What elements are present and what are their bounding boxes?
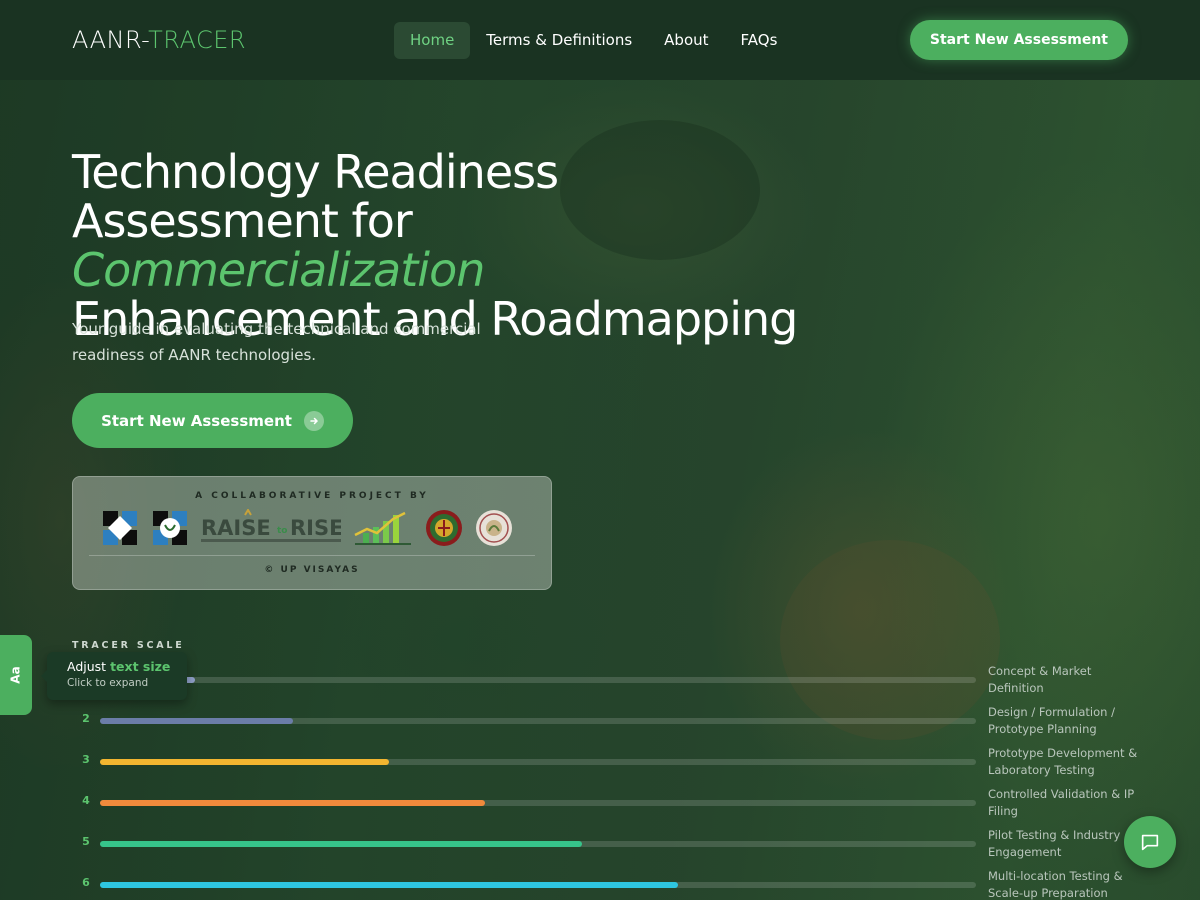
text-size-icon: Aa: [8, 666, 23, 684]
collaboration-heading: A COLLABORATIVE PROJECT BY: [195, 491, 429, 501]
title-line-1: Technology Readiness: [72, 145, 559, 199]
scale-level-row: 2: [72, 712, 976, 727]
scale-level-label: Design / Formulation / Prototype Plannin…: [988, 705, 1115, 736]
nav-item-about[interactable]: About: [648, 22, 724, 59]
scale-level-label: Pilot Testing & Industry Engagement: [988, 828, 1121, 859]
tooltip-heading: Adjust text size: [67, 659, 171, 674]
brand-part-2: TRACER: [148, 26, 247, 54]
scale-level-label: Controlled Validation & IP Filing: [988, 787, 1135, 818]
scale-level-row: 3: [72, 753, 976, 768]
title-accent: Commercialization: [72, 243, 485, 297]
brand-logo[interactable]: AANR-TRACER: [72, 26, 246, 54]
arrow-right-icon: [303, 410, 324, 431]
header-start-assessment-button[interactable]: Start New Assessment: [909, 20, 1128, 60]
nav-item-terms[interactable]: Terms & Definitions: [470, 22, 648, 59]
page-title: Technology Readiness Assessment for Comm…: [72, 148, 832, 344]
nav-item-home[interactable]: Home: [394, 22, 471, 59]
collaboration-card: A COLLABORATIVE PROJECT BY RAISE to RISE: [72, 476, 552, 590]
site-header: AANR-TRACER Home Terms & Definitions Abo…: [0, 0, 1200, 80]
scale-level-track: [100, 882, 976, 888]
partner-logos: RAISE to RISE: [101, 508, 513, 547]
chat-bubble-icon: [1141, 834, 1159, 851]
scale-level-bar: [100, 718, 293, 724]
scale-level-track: [100, 800, 976, 806]
scale-level-row: 6: [72, 876, 976, 891]
scale-level-number: 4: [82, 794, 90, 807]
collaboration-footer: © UP VISAYAS: [264, 565, 360, 575]
scale-level-bar: [100, 882, 679, 888]
scale-level-row: 5: [72, 835, 976, 850]
text-size-toggle[interactable]: Aa: [0, 635, 32, 715]
tooltip-prefix: Adjust: [67, 659, 111, 674]
scale-level-bar: [100, 800, 486, 806]
scale-level-bar: [100, 759, 390, 765]
start-assessment-button[interactable]: Start New Assessment: [72, 393, 353, 448]
scale-level-track: [100, 718, 976, 724]
brand-part-1: AANR-: [72, 26, 149, 54]
scale-level-label: Prototype Development & Laboratory Testi…: [988, 746, 1138, 777]
scale-level-track: [100, 841, 976, 847]
scale-level-number: 5: [82, 835, 90, 848]
dost-logo-icon: [103, 511, 137, 545]
scale-level-number: 6: [82, 876, 90, 889]
svg-text:to: to: [277, 526, 288, 536]
raise-to-rise-logo: RAISE to RISE: [201, 508, 343, 547]
collaboration-divider: [89, 555, 535, 556]
hero-subtitle: Your guide in evaluating the technical a…: [72, 320, 481, 364]
tracer-scale-title: TRACER SCALE: [72, 640, 185, 651]
pcaarrd-logo-icon: [153, 511, 187, 545]
growth-chart-logo-icon: [354, 511, 411, 545]
start-assessment-label: Start New Assessment: [101, 411, 292, 430]
scale-level-track: [100, 677, 976, 683]
scale-level-number: 2: [82, 712, 90, 725]
svg-text:RAISE: RAISE: [201, 516, 271, 540]
university-seal-icon: [426, 510, 462, 546]
scale-level-bar: [100, 841, 582, 847]
title-line-2-prefix: Assessment for: [72, 194, 413, 248]
scale-level-label: Multi-location Testing & Scale-up Prepar…: [988, 869, 1123, 900]
tooltip-hint: Click to expand: [67, 677, 149, 689]
scale-level-track: [100, 759, 976, 765]
main-nav: Home Terms & Definitions About FAQs: [394, 22, 793, 59]
nav-item-faqs[interactable]: FAQs: [725, 22, 794, 59]
tooltip-highlight: text size: [110, 659, 171, 674]
scale-level-number: 3: [82, 753, 90, 766]
scale-level-label: Concept & Market Definition: [988, 664, 1092, 695]
up-visayas-seal-icon: [476, 510, 512, 546]
scale-level-row: 4: [72, 794, 976, 809]
text-size-tooltip[interactable]: Adjust text size Click to expand: [41, 652, 187, 700]
svg-text:RISE: RISE: [290, 516, 341, 540]
scale-level-row: 1: [72, 671, 976, 686]
chat-button[interactable]: [1124, 816, 1176, 868]
